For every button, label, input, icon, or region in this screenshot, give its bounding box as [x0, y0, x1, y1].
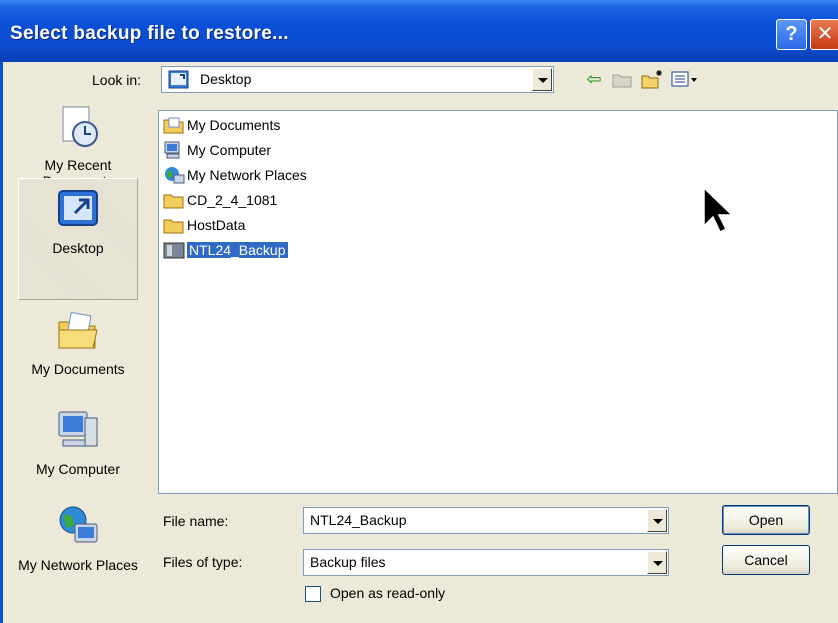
read-only-checkbox[interactable]	[305, 586, 321, 602]
file-name: CD_2_4_1081	[187, 192, 278, 208]
read-only-label[interactable]: Open as read-only	[330, 585, 445, 601]
file-name-dropdown-button[interactable]	[647, 509, 667, 532]
place-my-documents[interactable]: My Documents	[18, 308, 138, 388]
list-item[interactable]: HostData	[163, 214, 245, 236]
file-name: My Computer	[187, 142, 272, 158]
list-item[interactable]: CD_2_4_1081	[163, 189, 277, 211]
cancel-button[interactable]: Cancel	[722, 545, 810, 575]
file-name-label: File name:	[163, 513, 229, 529]
place-label: My Network Places	[18, 557, 138, 573]
place-label: My Documents	[31, 361, 125, 377]
desktop-icon	[168, 70, 189, 89]
place-desktop[interactable]: Desktop	[18, 178, 138, 300]
file-name: NTL24_Backup	[187, 242, 288, 258]
look-in-value: Desktop	[200, 71, 252, 87]
file-name-input[interactable]: NTL24_Backup	[303, 507, 669, 534]
file-type-value: Backup files	[310, 554, 386, 570]
file-list[interactable]: My Documents My Computer My Network Plac…	[158, 110, 838, 494]
file-name: My Documents	[187, 117, 281, 133]
window-title: Select backup file to restore...	[10, 23, 289, 44]
list-item-selected[interactable]: NTL24_Backup	[163, 239, 288, 261]
places-bar: My Recent Documents Desktop My Documents…	[8, 98, 146, 613]
file-name: My Network Places	[187, 167, 307, 183]
my-documents-icon	[163, 117, 184, 134]
desktop-icon	[58, 190, 98, 226]
place-label: Desktop	[52, 240, 104, 256]
file-name-value: NTL24_Backup	[310, 512, 407, 528]
list-item[interactable]: My Computer	[163, 139, 271, 161]
back-icon[interactable]: ⇦	[582, 68, 606, 90]
file-type-dropdown-button[interactable]	[647, 551, 667, 574]
folder-icon	[163, 194, 184, 209]
help-button[interactable]: ?	[776, 19, 807, 50]
file-type-select[interactable]: Backup files	[303, 549, 669, 576]
look-in-label: Look in:	[92, 72, 142, 88]
list-item[interactable]: My Documents	[163, 114, 280, 136]
mouse-cursor-icon	[703, 186, 734, 234]
folder-icon	[163, 219, 184, 234]
recent-documents-icon	[62, 106, 98, 147]
place-network[interactable]: My Network Places	[18, 504, 138, 604]
place-label: My Computer	[35, 461, 121, 477]
network-places-icon	[165, 167, 185, 184]
place-my-computer[interactable]: My Computer	[18, 408, 138, 488]
file-name: HostData	[187, 217, 246, 233]
look-in-dropdown-button[interactable]	[532, 68, 552, 91]
look-in-select[interactable]: Desktop	[161, 66, 554, 93]
file-type-label: Files of type:	[163, 554, 243, 570]
my-documents-icon	[58, 311, 98, 349]
up-folder-icon[interactable]	[610, 68, 634, 90]
backup-file-icon	[163, 242, 185, 259]
title-bar[interactable]: Select backup file to restore... ? ✕	[0, 0, 838, 62]
open-button[interactable]: Open	[722, 505, 810, 535]
my-computer-icon	[164, 141, 180, 159]
close-button[interactable]: ✕	[810, 19, 838, 50]
new-folder-icon[interactable]	[640, 68, 664, 90]
view-menu-icon[interactable]	[670, 68, 700, 90]
my-computer-icon	[58, 411, 98, 447]
list-item[interactable]: My Network Places	[163, 164, 307, 186]
network-places-icon	[59, 506, 98, 543]
